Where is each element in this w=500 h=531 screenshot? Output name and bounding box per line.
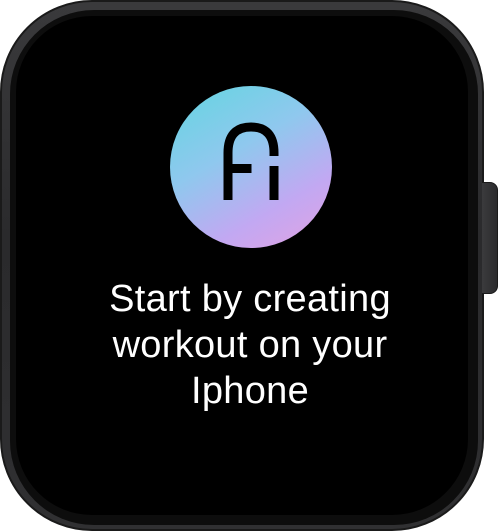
side-button[interactable] xyxy=(482,182,498,294)
app-logo xyxy=(170,86,332,248)
message-line: Iphone xyxy=(190,370,310,412)
onboarding-message: Start by creating workout on your Iphone xyxy=(40,276,460,414)
message-line: Start by creating xyxy=(109,278,391,320)
fi-letter-logo-icon xyxy=(223,122,279,200)
message-line: workout on your xyxy=(112,324,388,366)
